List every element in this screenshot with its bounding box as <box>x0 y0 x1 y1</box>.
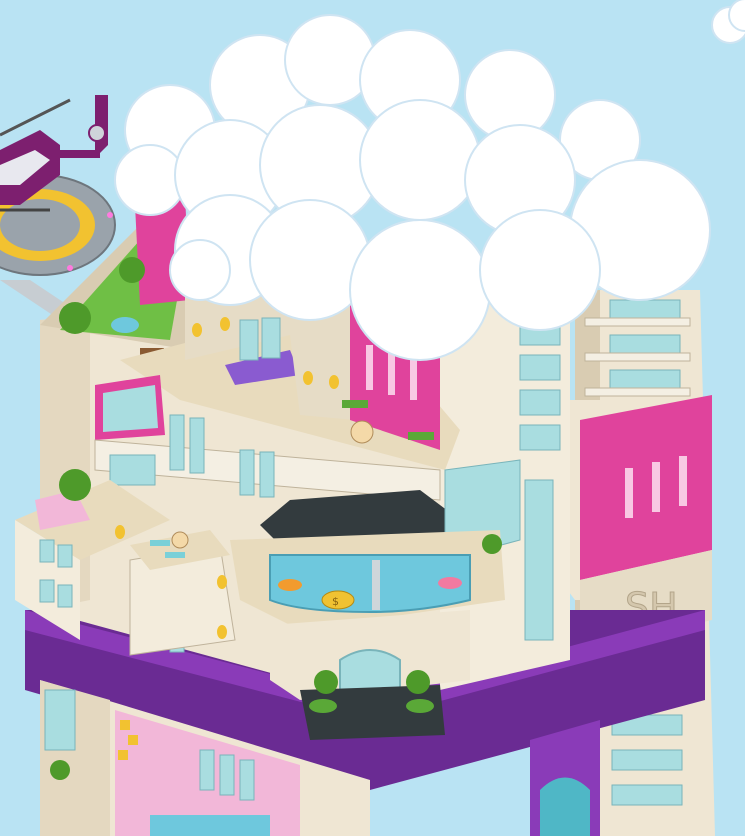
pink-sign <box>95 375 165 440</box>
flamingo-float[interactable] <box>438 577 462 589</box>
hotel-scene: SH $ <box>0 0 745 836</box>
scene-canvas: SH $ <box>0 0 745 836</box>
terrace-table[interactable] <box>350 420 374 444</box>
garden-pond <box>111 317 139 333</box>
helipad-light <box>67 265 73 271</box>
garden-tree <box>59 302 91 334</box>
pool-float[interactable] <box>278 579 302 591</box>
balcony-tree <box>59 469 91 501</box>
entrance-palm <box>314 670 338 694</box>
arched-window <box>540 777 590 836</box>
garden-tree <box>119 257 145 283</box>
coin-symbol: $ <box>332 595 339 608</box>
deck-palm <box>482 534 502 554</box>
helipad-light <box>107 212 113 218</box>
lower-pool <box>150 815 270 836</box>
lower-plant <box>50 760 70 780</box>
entrance-palm <box>406 670 430 694</box>
